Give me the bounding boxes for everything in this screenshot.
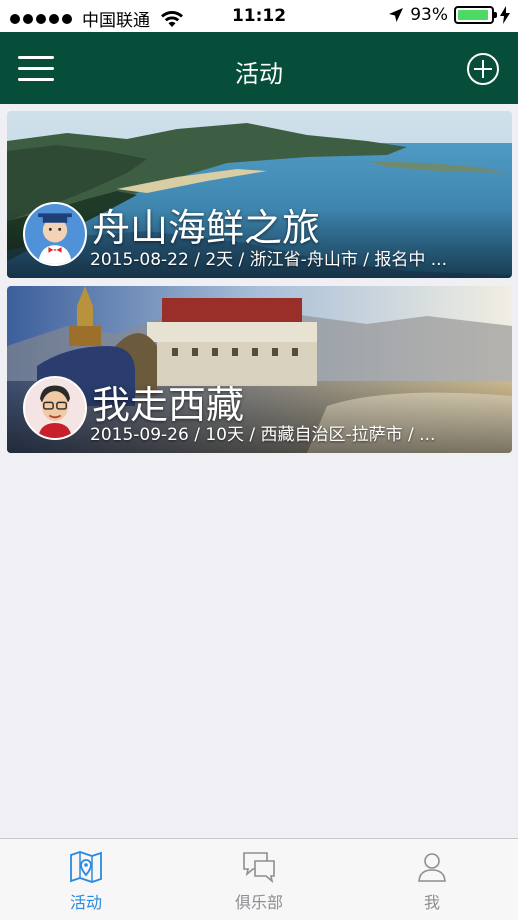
tab-label: 活动 [69,893,102,912]
chat-bubbles-icon [243,852,275,884]
activity-meta: 2015-08-22 / 2天 / 浙江省-舟山市 / 报名中 ... [90,250,447,270]
location-arrow-icon [389,8,404,22]
tab-me[interactable]: 我 [346,839,518,920]
tab-label: 俱乐部 [234,893,283,912]
tab-club[interactable]: 俱乐部 [173,839,345,920]
battery-fill [458,10,488,20]
person-icon [418,853,446,882]
add-button[interactable] [466,52,500,86]
tab-label: 我 [423,893,440,912]
navigation-bar: 活动 [0,32,518,104]
map-pin-icon [70,851,102,883]
activity-title: 舟山海鲜之旅 [92,206,321,250]
tab-bar: 活动 俱乐部 我 [0,838,518,920]
page-title: 活动 [235,60,283,88]
organizer-avatar[interactable] [23,376,87,440]
charging-bolt-icon [500,6,510,24]
status-bar: 中国联通 11:12 93% [0,0,518,32]
activity-card[interactable]: 舟山海鲜之旅 2015-08-22 / 2天 / 浙江省-舟山市 / 报名中 .… [7,111,512,278]
organizer-avatar[interactable] [23,202,87,266]
activity-meta: 2015-09-26 / 10天 / 西藏自治区-拉萨市 / ... [90,425,436,445]
battery-percent: 93% [410,5,448,25]
activity-card[interactable]: 我走西藏 2015-09-26 / 10天 / 西藏自治区-拉萨市 / ... [7,286,512,453]
tab-activities[interactable]: 活动 [0,839,172,920]
battery-icon [454,6,497,24]
status-right: 93% [388,5,510,25]
